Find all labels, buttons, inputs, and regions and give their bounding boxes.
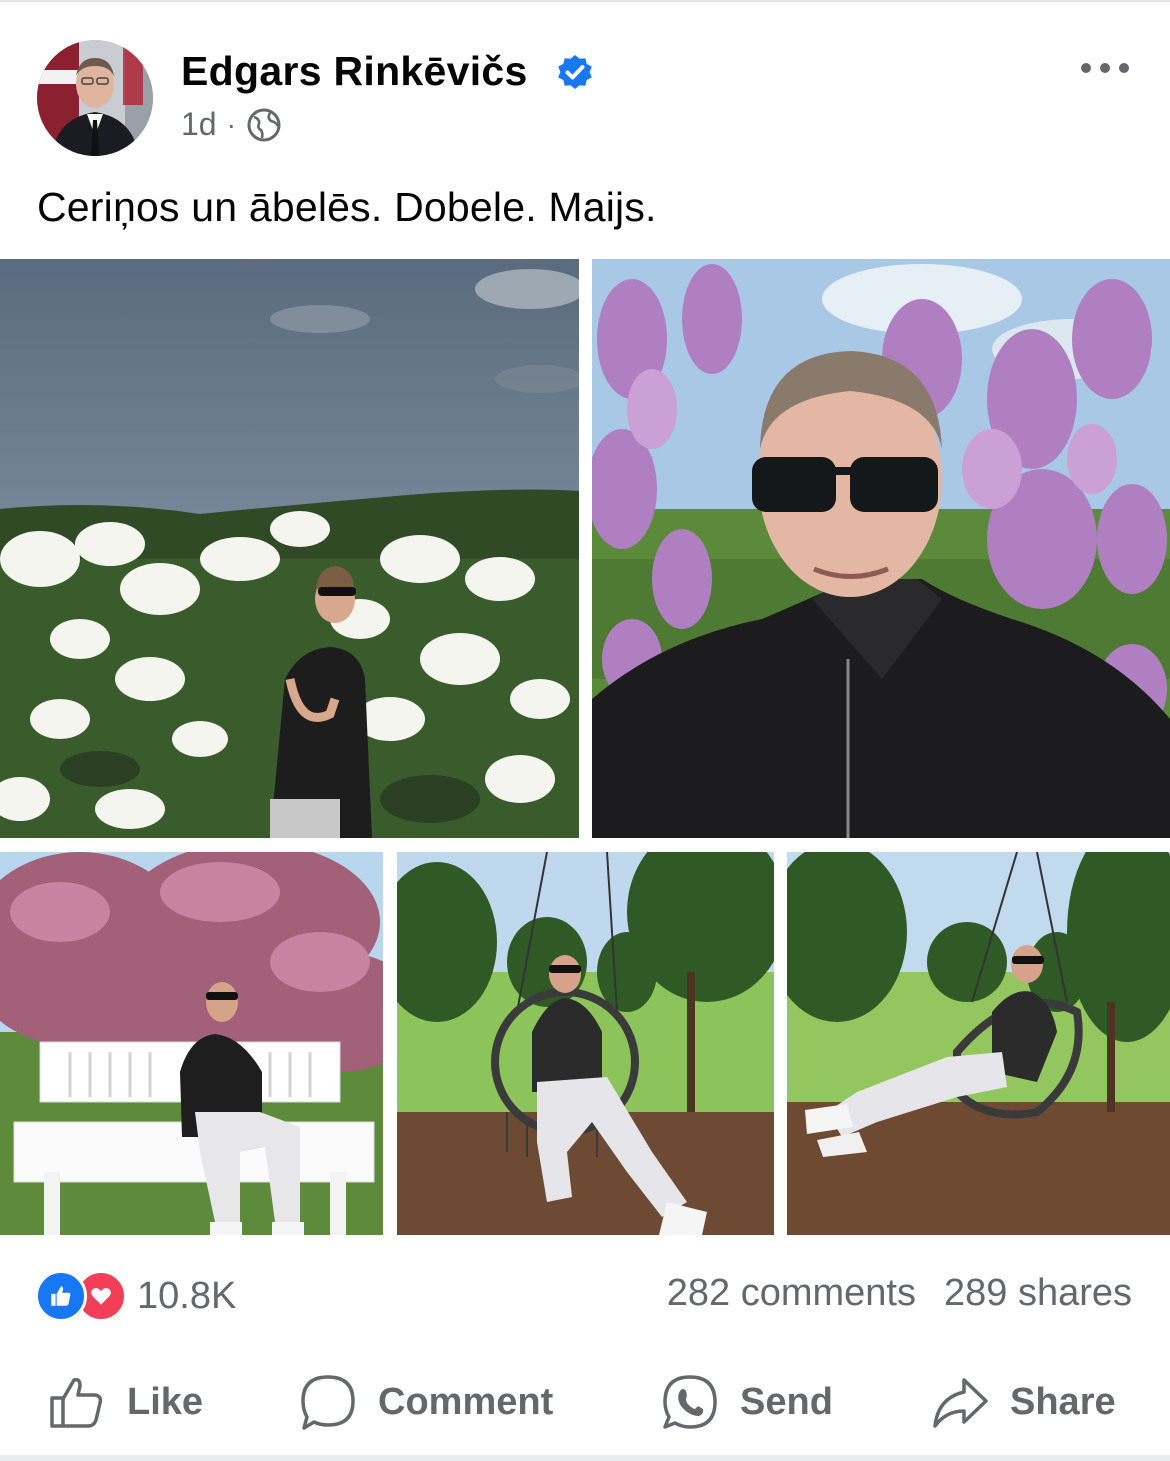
whatsapp-icon: [663, 1375, 717, 1429]
photo-white-lilacs[interactable]: [0, 259, 579, 838]
like-reaction-icon: [35, 1270, 87, 1322]
more-options-icon[interactable]: [1080, 56, 1130, 80]
like-button[interactable]: Like: [47, 1362, 203, 1442]
send-label: Send: [740, 1380, 833, 1423]
share-arrow-icon: [933, 1378, 988, 1428]
share-label: Share: [1010, 1380, 1116, 1423]
action-bar: Like Comment Send Share: [0, 1362, 1170, 1442]
send-button[interactable]: Send: [660, 1362, 833, 1442]
photo-swing-chair-side[interactable]: [787, 852, 1170, 1235]
bottom-divider: [0, 1455, 1170, 1461]
engagement-stats: 282 comments 289 shares: [667, 1272, 1132, 1315]
globe-icon[interactable]: [246, 107, 282, 143]
post-caption: Ceriņos un ābelēs. Dobele. Maijs.: [37, 184, 657, 230]
top-divider: [0, 0, 1170, 2]
post-meta: 1d ·: [181, 106, 282, 143]
reactions-summary[interactable]: 10.8K: [35, 1270, 237, 1322]
share-button[interactable]: Share: [930, 1362, 1116, 1442]
photo-swing-chair-front[interactable]: [397, 852, 774, 1235]
verified-badge-icon: [558, 55, 592, 89]
comment-bubble-icon: [301, 1375, 355, 1430]
meta-separator: ·: [226, 108, 236, 140]
post-time[interactable]: 1d: [181, 106, 217, 143]
like-label: Like: [127, 1380, 204, 1423]
comment-button[interactable]: Comment: [298, 1362, 553, 1442]
author-name[interactable]: Edgars Rinkēvičs: [181, 48, 528, 95]
shares-count[interactable]: 289 shares: [944, 1272, 1132, 1315]
photo-bench-pink-tree[interactable]: [0, 852, 383, 1235]
thumbs-up-icon: [50, 1377, 103, 1428]
comment-label: Comment: [378, 1380, 554, 1423]
comments-count[interactable]: 282 comments: [667, 1272, 916, 1315]
photo-selfie-purple-lilacs[interactable]: [592, 259, 1170, 838]
reactions-count: 10.8K: [137, 1274, 237, 1317]
author-avatar[interactable]: [37, 40, 153, 156]
